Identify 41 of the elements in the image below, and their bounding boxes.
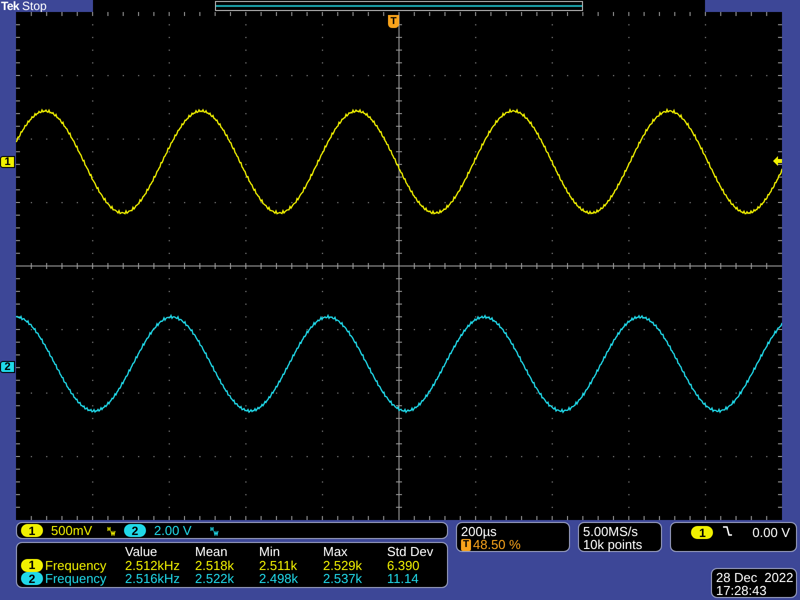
measurement-value: 2.537k <box>323 572 364 585</box>
column-header: Std Dev <box>387 545 434 558</box>
trigger-position: 48.50 % <box>473 538 521 551</box>
measurement-value: 6.390 <box>387 558 421 572</box>
record-length[interactable]: 10k points <box>583 538 657 551</box>
channel-marker[interactable]: 1 <box>0 156 15 168</box>
sample-rate[interactable]: 5.00MS/s <box>583 525 657 538</box>
channel-badge: 2 <box>124 524 146 537</box>
column-header: Max <box>323 545 349 558</box>
trigger-position-marker[interactable]: T <box>388 15 399 28</box>
acquisition-status: Stop <box>22 0 47 12</box>
measurement-value: 2.529k <box>323 558 364 572</box>
trigger-level-icon <box>773 156 782 166</box>
measurement-value: 11.14 <box>387 572 420 585</box>
brand-logo: Tek <box>1 0 19 12</box>
horizontal-scale[interactable]: 200µs <box>461 525 565 538</box>
measurement-value: 2.511k <box>259 558 298 572</box>
measurement-label: Frequency <box>45 558 106 572</box>
time-text: 17:28:43 <box>716 584 768 597</box>
channel-badge: 1 <box>21 524 43 537</box>
channel-badge: 1 <box>21 558 43 572</box>
trigger-level[interactable]: 0.00 V <box>752 526 790 539</box>
channel-badge: 2 <box>21 572 43 585</box>
vertical-scale[interactable]: 2.00 V <box>154 524 202 537</box>
measurement-value: 2.512kHz <box>125 558 181 572</box>
bandwidth-icon <box>107 526 116 536</box>
measurement-value: 2.522k <box>195 572 236 585</box>
column-header: Min <box>259 545 281 558</box>
falling-edge-icon <box>723 526 732 536</box>
channel-marker[interactable]: 2 <box>0 361 15 373</box>
date-text: 28 Dec 2022 <box>716 571 792 584</box>
column-header: Value <box>125 545 158 558</box>
measurement-value: 2.518k <box>195 558 236 572</box>
vertical-scale[interactable]: 500mV <box>51 524 99 537</box>
trigger-icon: T <box>461 538 471 550</box>
measurement-value: 2.498k <box>259 572 300 585</box>
measurement-value: 2.516kHz <box>125 572 181 585</box>
column-header: Mean <box>195 545 229 558</box>
channel-badge: 1 <box>691 526 714 539</box>
measurement-label: Frequency <box>45 572 106 585</box>
bandwidth-icon <box>210 526 219 536</box>
